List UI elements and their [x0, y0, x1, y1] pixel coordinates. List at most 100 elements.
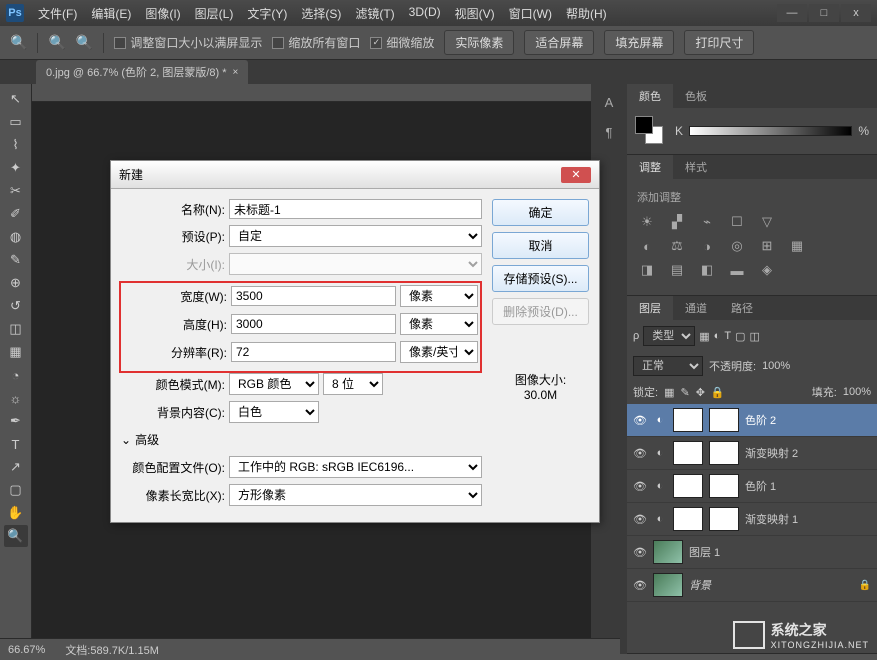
layer-item[interactable]: 👁 ◐ 色阶 1 [627, 470, 877, 503]
visibility-icon[interactable]: 👁 [633, 413, 647, 427]
move-tool[interactable]: ↖ [4, 88, 28, 110]
color-tab[interactable]: 颜色 [627, 84, 673, 108]
hue-icon[interactable]: ◐ [637, 237, 657, 255]
eraser-tool[interactable]: ◫ [4, 318, 28, 340]
width-unit-select[interactable]: 像素 [400, 285, 478, 307]
zoom-level[interactable]: 66.67% [8, 644, 45, 656]
visibility-icon[interactable]: 👁 [633, 545, 647, 559]
color-profile-select[interactable]: 工作中的 RGB: sRGB IEC6196... [229, 456, 482, 478]
path-tool[interactable]: ↗ [4, 456, 28, 478]
color-mode-select[interactable]: RGB 颜色 [229, 373, 319, 395]
layer-mask-thumbnail[interactable] [709, 507, 739, 531]
gradient-map-icon[interactable]: ▬ [727, 261, 747, 279]
layer-item[interactable]: 👁 图层 1 [627, 536, 877, 569]
eyedropper-tool[interactable]: ✐ [4, 203, 28, 225]
preset-select[interactable]: 自定 [229, 225, 482, 247]
wand-tool[interactable]: ✦ [4, 157, 28, 179]
layers-tab[interactable]: 图层 [627, 296, 673, 320]
pen-tool[interactable]: ✒ [4, 410, 28, 432]
stamp-tool[interactable]: ⊕ [4, 272, 28, 294]
color-swatches[interactable] [635, 116, 665, 146]
name-input[interactable] [229, 199, 482, 219]
blend-mode-select[interactable]: 正常 [633, 356, 703, 376]
layer-item[interactable]: 👁 背景 🔒 [627, 569, 877, 602]
menu-image[interactable]: 图像(I) [139, 2, 186, 25]
menu-3d[interactable]: 3D(D) [403, 2, 447, 25]
curves-icon[interactable]: ⌁ [697, 213, 717, 231]
paragraph-panel-icon[interactable]: ¶ [599, 122, 619, 142]
exposure-icon[interactable]: ☐ [727, 213, 747, 231]
layer-thumbnail[interactable] [673, 507, 703, 531]
menu-help[interactable]: 帮助(H) [560, 2, 613, 25]
layer-item[interactable]: 👁 ◐ 色阶 2 [627, 404, 877, 437]
document-tab[interactable]: 0.jpg @ 66.7% (色阶 2, 图层蒙版/8) * × [36, 60, 248, 84]
filter-shape-icon[interactable]: ▢ [735, 330, 745, 343]
fit-screen-button[interactable]: 适合屏幕 [524, 30, 594, 55]
layer-mask-thumbnail[interactable] [709, 441, 739, 465]
dialog-title-bar[interactable]: 新建 ✕ [111, 161, 599, 189]
blur-tool[interactable]: ◔ [4, 364, 28, 386]
photo-filter-icon[interactable]: ◎ [727, 237, 747, 255]
menu-file[interactable]: 文件(F) [32, 2, 83, 25]
heal-tool[interactable]: ◍ [4, 226, 28, 248]
close-tab-icon[interactable]: × [233, 67, 239, 78]
height-input[interactable] [231, 314, 396, 334]
lock-pixel-icon[interactable]: ✎ [680, 386, 689, 399]
levels-icon[interactable]: ▞ [667, 213, 687, 231]
width-input[interactable] [231, 286, 396, 306]
brush-tool[interactable]: ✎ [4, 249, 28, 271]
filter-smart-icon[interactable]: ◫ [749, 330, 759, 343]
character-panel-icon[interactable]: A [599, 92, 619, 112]
close-button[interactable]: x [841, 4, 871, 22]
adjustments-tab[interactable]: 调整 [627, 155, 673, 179]
layer-item[interactable]: 👁 ◐ 渐变映射 2 [627, 437, 877, 470]
lookup-icon[interactable]: ▦ [787, 237, 807, 255]
height-unit-select[interactable]: 像素 [400, 313, 478, 335]
menu-filter[interactable]: 滤镜(T) [349, 2, 400, 25]
styles-tab[interactable]: 样式 [673, 155, 719, 179]
marquee-tool[interactable]: ▭ [4, 111, 28, 133]
layer-thumbnail[interactable] [673, 474, 703, 498]
lock-trans-icon[interactable]: ▦ [664, 386, 674, 399]
minimize-button[interactable]: — [777, 4, 807, 22]
menu-edit[interactable]: 编辑(E) [85, 2, 137, 25]
selective-icon[interactable]: ◈ [757, 261, 777, 279]
brightness-icon[interactable]: ☀ [637, 213, 657, 231]
channels-tab[interactable]: 通道 [673, 296, 719, 320]
pixel-aspect-select[interactable]: 方形像素 [229, 484, 482, 506]
layer-item[interactable]: 👁 ◐ 渐变映射 1 [627, 503, 877, 536]
fill-value[interactable]: 100% [843, 386, 871, 398]
layer-mask-thumbnail[interactable] [709, 474, 739, 498]
menu-type[interactable]: 文字(Y) [241, 2, 293, 25]
menu-layer[interactable]: 图层(L) [189, 2, 240, 25]
type-tool[interactable]: T [4, 433, 28, 455]
layer-thumbnail[interactable] [673, 408, 703, 432]
mixer-icon[interactable]: ⊞ [757, 237, 777, 255]
save-preset-button[interactable]: 存储预设(S)... [492, 265, 589, 292]
balance-icon[interactable]: ⚖ [667, 237, 687, 255]
cancel-button[interactable]: 取消 [492, 232, 589, 259]
filter-adjust-icon[interactable]: ◐ [714, 330, 721, 342]
resolution-input[interactable] [231, 342, 396, 362]
lock-pos-icon[interactable]: ✥ [696, 386, 705, 399]
zoom-all-checkbox[interactable]: 缩放所有窗口 [272, 34, 360, 51]
bit-depth-select[interactable]: 8 位 [323, 373, 383, 395]
gradient-tool[interactable]: ▦ [4, 341, 28, 363]
zoom-tool[interactable]: 🔍 [4, 525, 28, 547]
vibrance-icon[interactable]: ▽ [757, 213, 777, 231]
layer-thumbnail[interactable] [673, 441, 703, 465]
kind-filter[interactable]: 类型 [643, 326, 695, 346]
actual-pixels-button[interactable]: 实际像素 [444, 30, 514, 55]
bw-icon[interactable]: ◑ [697, 237, 717, 255]
dialog-close-button[interactable]: ✕ [561, 167, 591, 183]
visibility-icon[interactable]: 👁 [633, 446, 647, 460]
ok-button[interactable]: 确定 [492, 199, 589, 226]
swatches-tab[interactable]: 色板 [673, 84, 719, 108]
opacity-value[interactable]: 100% [762, 360, 790, 372]
visibility-icon[interactable]: 👁 [633, 479, 647, 493]
zoom-out-icon[interactable]: 🔍 [76, 34, 93, 51]
lock-all-icon[interactable]: 🔒 [711, 386, 725, 399]
menu-view[interactable]: 视图(V) [449, 2, 501, 25]
resize-window-checkbox[interactable]: 调整窗口大小以满屏显示 [114, 34, 262, 51]
layer-mask-thumbnail[interactable] [709, 408, 739, 432]
